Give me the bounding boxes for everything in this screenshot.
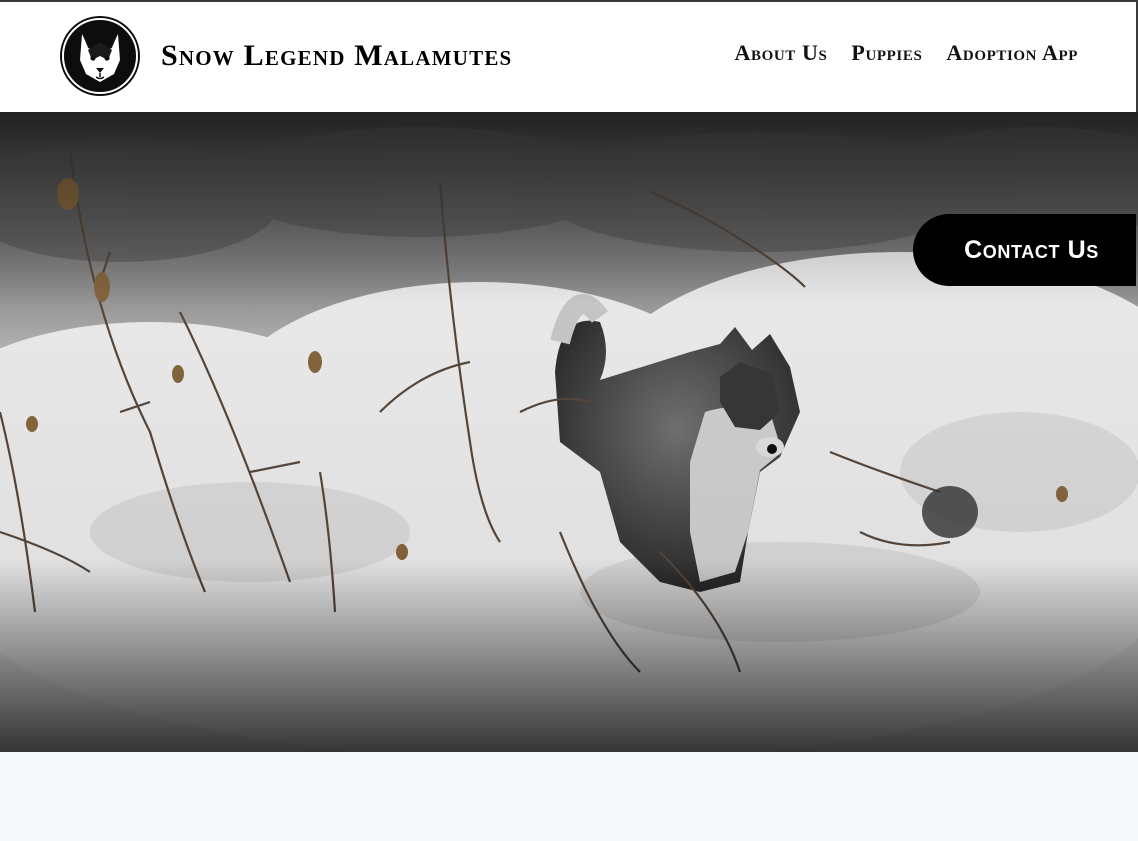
brand[interactable]: Snow Legend Malamutes (60, 15, 512, 97)
site-title[interactable]: Snow Legend Malamutes (161, 39, 512, 73)
main-nav: About Us Puppies Adoption App (734, 40, 1078, 66)
contact-us-button[interactable]: Contact Us (913, 214, 1136, 286)
malamute-head-icon (62, 18, 138, 94)
hero-image (0, 112, 1138, 752)
hero-banner (0, 112, 1138, 752)
malamute-logo-icon[interactable] (60, 16, 140, 96)
nav-about-us[interactable]: About Us (734, 40, 827, 66)
page-content-area (0, 752, 1138, 841)
site-header: Snow Legend Malamutes About Us Puppies A… (0, 2, 1138, 112)
nav-adoption-app[interactable]: Adoption App (946, 40, 1078, 66)
nav-puppies[interactable]: Puppies (851, 40, 922, 66)
